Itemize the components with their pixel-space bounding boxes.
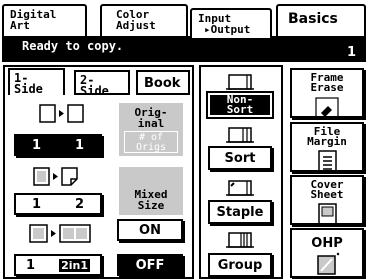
- ohp-label: OHP: [311, 236, 343, 251]
- subtab-book-label: Book: [144, 76, 181, 91]
- staple-label: Staple: [216, 204, 264, 220]
- cover-sheet-button[interactable]: Cover Sheet: [290, 175, 364, 225]
- file-margin-line2: Margin: [307, 135, 347, 148]
- mixed-size-panel: Mixed Size: [119, 167, 183, 215]
- ohp-transparency-icon: [317, 252, 340, 275]
- copy-count: 1: [346, 45, 356, 60]
- frame-erase-line2: Erase: [310, 81, 344, 94]
- original-line2: inal: [137, 117, 165, 130]
- mode-2in1-button[interactable]: 1 2in1: [14, 254, 102, 276]
- mode-1-2-right: 2: [75, 196, 85, 212]
- subtab-1-side-line2: Side: [14, 82, 43, 96]
- subtab-book[interactable]: Book: [136, 70, 190, 95]
- mixed-size-off-button[interactable]: OFF: [117, 254, 183, 276]
- sort-button[interactable]: Sort: [208, 146, 272, 170]
- mixed-size-off-label: OFF: [135, 257, 165, 273]
- original-label: Orig- inal: [119, 107, 183, 129]
- original-setting: Orig- inal # of Origs: [119, 103, 183, 156]
- cover-sheet-line2: Sheet: [310, 188, 344, 201]
- mode-1-1-left: 1: [31, 137, 41, 153]
- sort-icon: [226, 127, 254, 143]
- mode-1-1-right: 1: [75, 137, 85, 153]
- frame-erase-button[interactable]: Frame Erase: [290, 68, 364, 118]
- tab-digital-art[interactable]: Digital Art: [2, 4, 87, 36]
- file-margin-label: File Margin: [307, 126, 347, 148]
- group-button[interactable]: Group: [208, 253, 272, 277]
- cover-sheet-label: Cover Sheet: [310, 179, 344, 201]
- mode-2in1-left: 1: [26, 257, 36, 273]
- tab-digital-art-line2: Art: [10, 19, 30, 32]
- cover-sheet-icon: [318, 203, 337, 223]
- tab-color-adjust-line2: Adjust: [116, 19, 156, 32]
- ohp-button[interactable]: OHP: [290, 228, 364, 278]
- frame-erase-label: Frame Erase: [310, 72, 344, 94]
- one-to-two-mode-icon: [33, 167, 78, 186]
- subtab-2-side-line2: Side: [80, 84, 109, 98]
- tab-basics-label: Basics: [288, 11, 338, 27]
- sort-label: Sort: [224, 150, 256, 166]
- non-sort-button[interactable]: Non- Sort: [206, 91, 274, 119]
- subtab-1-side[interactable]: 1- Side: [8, 68, 65, 95]
- mode-2in1-right: 2in1: [59, 258, 90, 272]
- number-of-originals-label: # of Origs: [125, 133, 177, 153]
- mode-1-1-button[interactable]: 1 1: [14, 134, 102, 156]
- file-margin-button[interactable]: File Margin: [290, 122, 364, 172]
- file-margin-icon: [318, 150, 337, 170]
- number-of-originals-button: # of Origs: [124, 131, 178, 153]
- number-of-originals-line2: Origs: [135, 142, 167, 153]
- group-label: Group: [217, 257, 263, 273]
- staple-icon: [226, 180, 254, 196]
- subtab-2-side[interactable]: 2- Side: [74, 70, 130, 98]
- status-message: Ready to copy.: [22, 39, 124, 53]
- mode-1-2-left: 1: [31, 196, 41, 212]
- non-sort-line2: Sort: [226, 103, 254, 116]
- mixed-size-on-label: ON: [139, 222, 161, 238]
- mixed-size-label: Mixed Size: [119, 189, 183, 211]
- tab-input-output-line2: ▸Output: [204, 23, 251, 36]
- mode-1-2-button[interactable]: 1 2: [14, 193, 102, 215]
- one-to-one-mode-icon: [39, 104, 84, 123]
- tab-basics[interactable]: Basics: [276, 4, 366, 36]
- mixed-size-line2: Size: [137, 199, 165, 212]
- mixed-size-on-button[interactable]: ON: [117, 219, 183, 241]
- tab-input-output[interactable]: Input ▸Output: [190, 8, 272, 38]
- tab-color-adjust[interactable]: Color Adjust: [100, 4, 188, 36]
- eraser-icon: [315, 97, 339, 116]
- two-in-one-mode-icon: [29, 224, 91, 243]
- staple-button[interactable]: Staple: [208, 200, 272, 224]
- non-sort-icon: [226, 74, 254, 90]
- status-bar: Ready to copy. 1: [2, 36, 366, 62]
- group-icon: [226, 232, 254, 248]
